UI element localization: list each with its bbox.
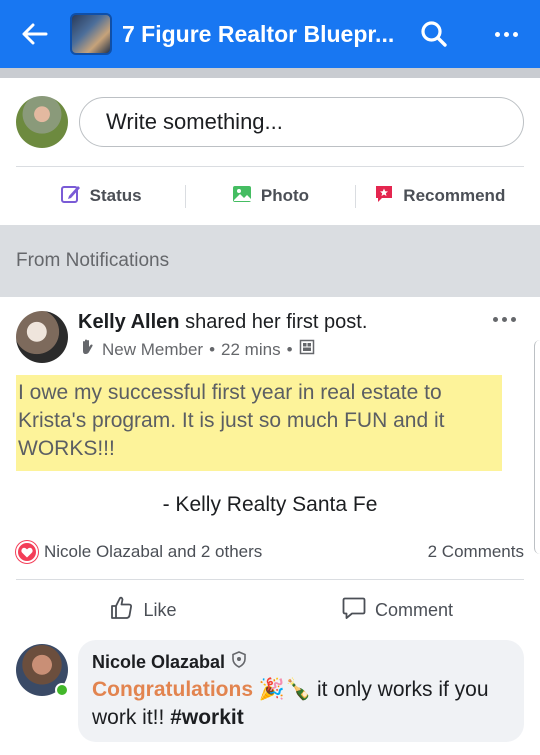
photo-icon (231, 183, 253, 210)
author-name[interactable]: Kelly Allen (78, 311, 180, 333)
post-options-icon[interactable] (493, 317, 516, 322)
edit-icon (60, 183, 82, 210)
photo-label: Photo (260, 186, 310, 205)
recommend-icon (373, 183, 395, 210)
commenter-name[interactable]: Nicole Olazabal (92, 648, 225, 676)
comment-bubble: Nicole Olazabal Congratulations 🎉🍾 it on… (78, 640, 524, 742)
post-time[interactable]: 22 mins (221, 340, 281, 360)
comments-count[interactable]: 2 Comments (428, 542, 524, 562)
post-body: I owe my successful first year in real e… (16, 375, 502, 471)
author-avatar[interactable] (16, 311, 68, 363)
post-meta: New Member • 22 mins • (78, 338, 524, 361)
comment-label: Comment (374, 599, 454, 620)
comment-text: Congratulations 🎉🍾 it only works if you … (92, 678, 489, 729)
more-options-icon[interactable] (486, 14, 526, 54)
photo-button[interactable]: Photo (185, 183, 354, 210)
post-card: Kelly Allen shared her first post. New M… (0, 297, 540, 640)
thumbs-up-icon (109, 595, 135, 626)
my-avatar[interactable] (16, 96, 68, 148)
online-status-badge (55, 683, 69, 697)
reactions-text[interactable]: Nicole Olazabal and 2 others (44, 542, 262, 562)
member-badge: New Member (102, 339, 204, 359)
emoji: 🎉🍾 (258, 678, 312, 701)
composer: Write something... Status Photo Recommen… (0, 78, 540, 225)
status-button[interactable]: Status (16, 183, 185, 210)
comment-button[interactable]: Comment (270, 595, 524, 626)
post-headline: Kelly Allen shared her first post. (78, 311, 368, 333)
wave-icon (78, 338, 96, 361)
write-something-input[interactable]: Write something... (79, 97, 524, 147)
commenter-avatar[interactable] (16, 644, 69, 697)
divider (0, 68, 540, 78)
reactions-summary: Nicole Olazabal and 2 others 2 Comments (16, 541, 524, 563)
congrats-word: Congratulations (92, 678, 253, 701)
post-signature: - Kelly Realty Santa Fe (162, 493, 378, 516)
like-button[interactable]: Like (16, 595, 270, 626)
group-privacy-icon (299, 339, 315, 360)
back-arrow-icon[interactable] (20, 19, 50, 49)
recommend-label: Recommend (403, 186, 506, 205)
section-header: From Notifications (0, 225, 540, 297)
love-reaction-icon (16, 541, 38, 563)
scrollbar[interactable] (534, 340, 540, 554)
like-label: Like (143, 599, 177, 620)
search-icon[interactable] (414, 14, 454, 54)
comment-item: Nicole Olazabal Congratulations 🎉🍾 it on… (0, 640, 540, 742)
top-app-bar: 7 Figure Realtor Bluepr... (0, 0, 540, 68)
speech-bubble-icon (341, 595, 367, 626)
group-thumbnail[interactable] (70, 13, 112, 55)
hashtag-link[interactable]: #workit (170, 706, 244, 729)
group-title[interactable]: 7 Figure Realtor Bluepr... (122, 21, 414, 48)
recommend-button[interactable]: Recommend (354, 183, 524, 210)
shield-icon (231, 648, 247, 676)
status-label: Status (89, 186, 142, 205)
